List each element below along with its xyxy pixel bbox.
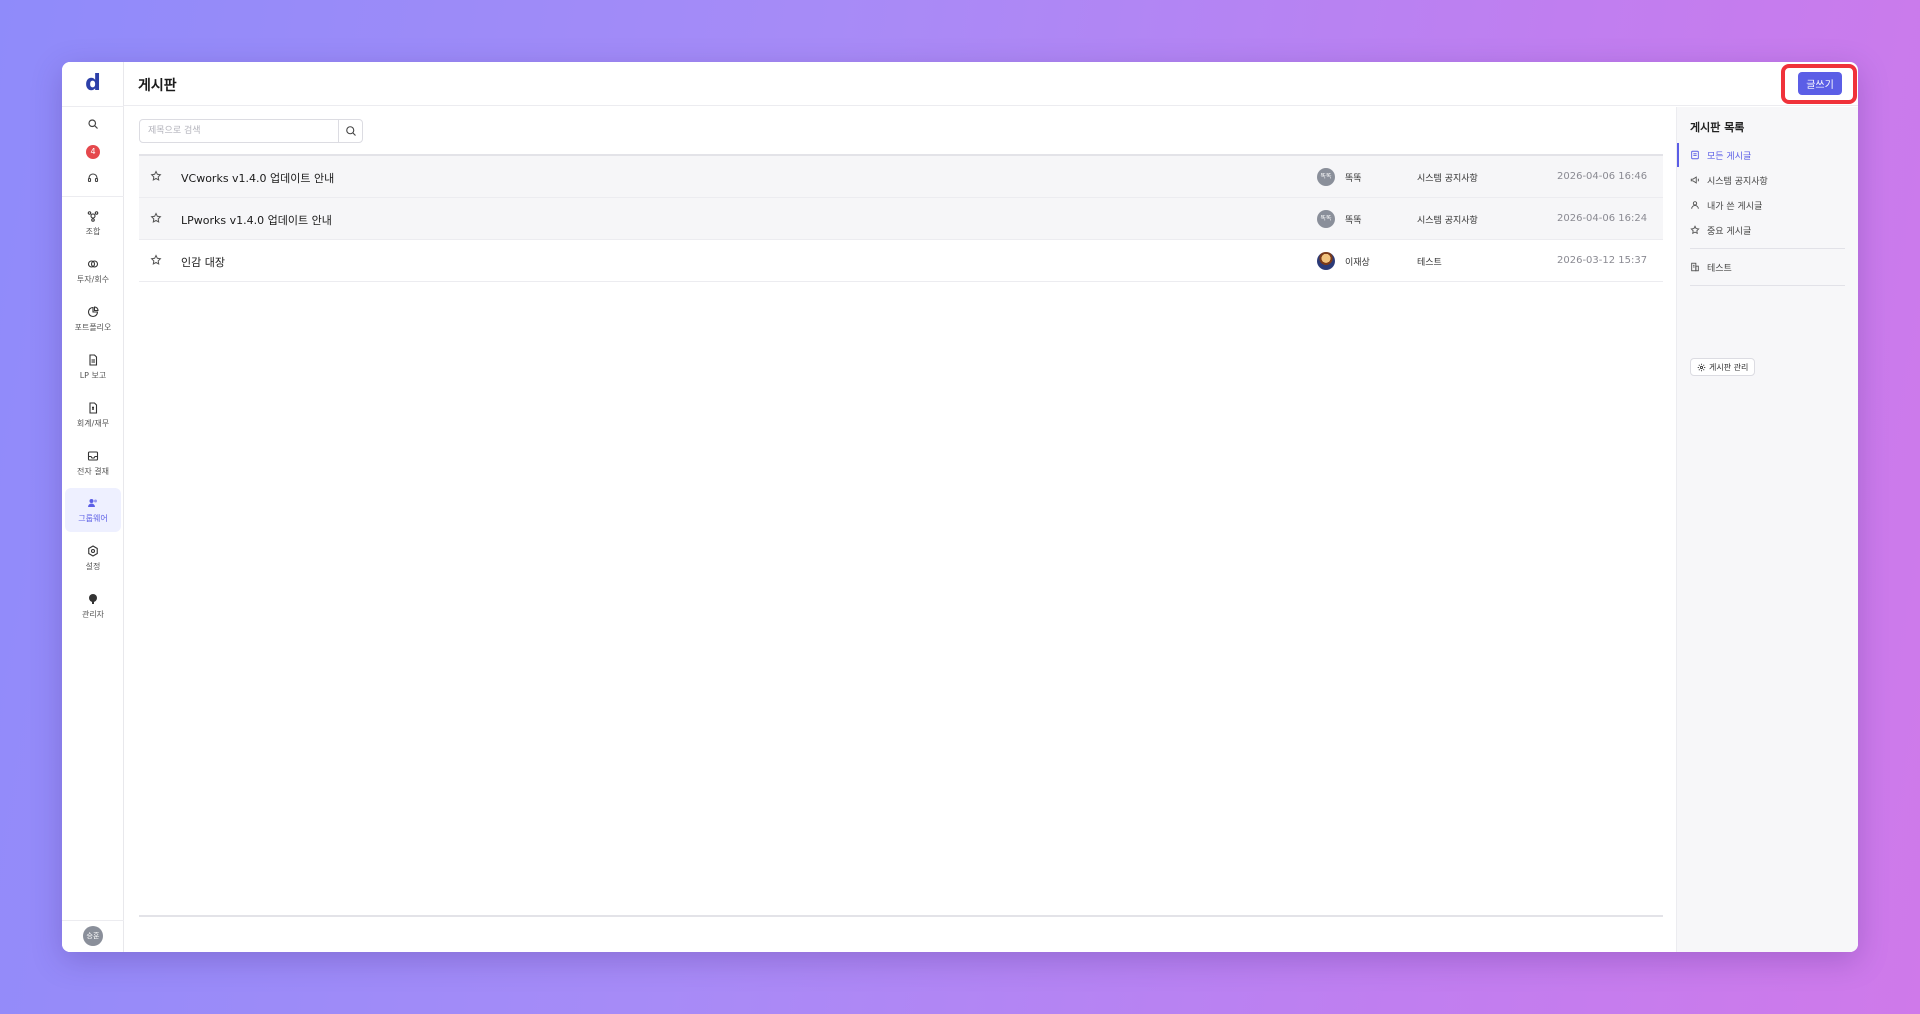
- page-header: 게시판: [124, 62, 1858, 106]
- author-name: 똑똑: [1345, 174, 1362, 184]
- post-date: 2026-03-12 15:37: [1557, 255, 1648, 266]
- divider: [62, 106, 124, 107]
- board-item-label: 내가 쓴 게시글: [1707, 201, 1763, 212]
- notification-badge[interactable]: 4: [86, 145, 100, 159]
- manage-boards-label: 게시판 관리: [1709, 362, 1749, 372]
- nav-item-admin[interactable]: 관리자: [65, 584, 121, 628]
- post-title[interactable]: LPworks v1.4.0 업데이트 안내: [181, 212, 332, 228]
- board-item-all-posts[interactable]: 모든 게시글: [1677, 143, 1858, 167]
- author-name: 이재상: [1345, 258, 1370, 268]
- divider: [1690, 248, 1845, 249]
- board-name: 시스템 공지사항: [1417, 174, 1478, 184]
- star-icon: [1690, 225, 1700, 235]
- post-date: 2026-04-06 16:24: [1557, 213, 1648, 224]
- nav-label: LP 보고: [79, 370, 107, 380]
- nav-label: 설정: [85, 561, 101, 571]
- nav-label: 그룹웨어: [78, 513, 108, 523]
- nav-item-approval[interactable]: 전자 결재: [65, 441, 121, 485]
- megaphone-icon: [1690, 175, 1700, 185]
- nav-label: 관리자: [81, 609, 105, 619]
- nav-item-portfolio[interactable]: 포트폴리오: [65, 297, 121, 341]
- list-icon: [1690, 150, 1700, 160]
- post-title[interactable]: 인감 대장: [181, 254, 225, 270]
- approval-icon: [87, 450, 99, 462]
- nav-label: 투자/회수: [76, 274, 110, 284]
- search-button[interactable]: [338, 120, 363, 142]
- star-icon[interactable]: [150, 170, 164, 184]
- search-box: [139, 119, 363, 143]
- divider: [62, 196, 124, 197]
- nav-item-accounting[interactable]: 회계/재무: [65, 393, 121, 437]
- divider: [1690, 285, 1845, 286]
- page-title: 게시판: [138, 78, 177, 94]
- nav-label: 전자 결재: [77, 466, 109, 476]
- write-button[interactable]: 글쓰기: [1798, 72, 1842, 95]
- app-logo[interactable]: d: [62, 72, 124, 96]
- divider: [139, 915, 1663, 917]
- user-icon: [1690, 200, 1700, 210]
- nav-item-lp-report[interactable]: LP 보고: [65, 345, 121, 389]
- author-avatar: 똑똑: [1317, 168, 1335, 186]
- search-input[interactable]: [140, 120, 338, 142]
- portfolio-icon: [87, 305, 99, 318]
- table-row[interactable]: LPworks v1.4.0 업데이트 안내 똑똑 똑똑 시스템 공지사항 20…: [139, 198, 1663, 240]
- table-row[interactable]: VCworks v1.4.0 업데이트 안내 똑똑 똑똑 시스템 공지사항 20…: [139, 156, 1663, 198]
- headset-icon[interactable]: [83, 168, 103, 188]
- board-name: 시스템 공지사항: [1417, 216, 1478, 226]
- accounting-icon: [87, 401, 99, 414]
- avatar[interactable]: 승훈: [83, 926, 103, 946]
- board-item-label: 모든 게시글: [1707, 151, 1752, 162]
- nav-label: 회계/재무: [76, 418, 110, 428]
- admin-icon: [87, 593, 99, 605]
- star-icon[interactable]: [150, 212, 164, 226]
- board-name: 테스트: [1417, 258, 1442, 268]
- author-avatar: [1317, 252, 1335, 270]
- app-window: d 4 조합 투자/회수 포트폴리오 LP 보고 회계/재무 전자 결재 그룹웨…: [62, 62, 1858, 952]
- board-item-important[interactable]: 중요 게시글: [1677, 218, 1858, 242]
- nav-item-fund[interactable]: 조합: [65, 201, 121, 245]
- board-item-label: 시스템 공지사항: [1707, 176, 1768, 187]
- nav-item-invest[interactable]: 투자/회수: [65, 249, 121, 293]
- report-icon: [87, 353, 99, 366]
- board-item-my-posts[interactable]: 내가 쓴 게시글: [1677, 193, 1858, 217]
- board-item-system-notice[interactable]: 시스템 공지사항: [1677, 168, 1858, 192]
- search-icon: [346, 126, 356, 136]
- manage-boards-button[interactable]: 게시판 관리: [1690, 358, 1756, 376]
- board-list-panel: 게시판 목록 모든 게시글 시스템 공지사항 내가 쓴 게시글 중요 게시글 테…: [1676, 107, 1858, 952]
- author-name: 똑똑: [1345, 216, 1362, 226]
- building-icon: [1690, 262, 1700, 272]
- search-icon[interactable]: [83, 114, 103, 134]
- post-title[interactable]: VCworks v1.4.0 업데이트 안내: [181, 170, 334, 186]
- groupware-icon: [87, 497, 99, 509]
- fund-icon: [87, 210, 99, 222]
- board-item-label: 중요 게시글: [1707, 226, 1752, 237]
- nav-item-settings[interactable]: 설정: [65, 536, 121, 580]
- star-icon[interactable]: [150, 254, 164, 268]
- settings-icon: [87, 544, 99, 557]
- table-row[interactable]: 인감 대장 이재상 테스트 2026-03-12 15:37: [139, 240, 1663, 282]
- board-item-test[interactable]: 테스트: [1677, 255, 1858, 279]
- author-avatar: 똑똑: [1317, 210, 1335, 228]
- invest-icon: [87, 258, 99, 270]
- panel-title: 게시판 목록: [1690, 121, 1745, 134]
- left-rail: d 4 조합 투자/회수 포트폴리오 LP 보고 회계/재무 전자 결재 그룹웨…: [62, 62, 124, 952]
- nav-label: 포트폴리오: [74, 322, 112, 332]
- post-date: 2026-04-06 16:46: [1557, 171, 1648, 182]
- nav-label: 조합: [85, 226, 101, 236]
- nav-item-groupware[interactable]: 그룹웨어: [65, 488, 121, 532]
- board-item-label: 테스트: [1707, 263, 1732, 274]
- divider: [62, 920, 124, 921]
- gear-icon: [1697, 363, 1706, 371]
